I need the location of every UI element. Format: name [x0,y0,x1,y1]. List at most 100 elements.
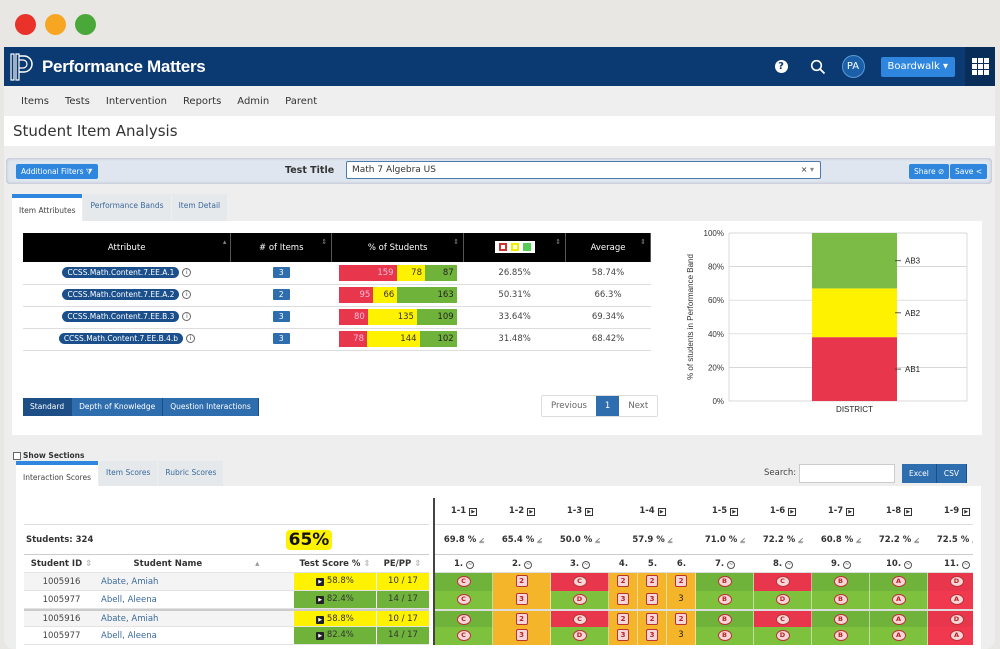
preview-icon[interactable]: ▶ [962,508,971,516]
response-cell[interactable]: A [870,573,928,591]
info-icon[interactable]: i [182,290,192,299]
chart-icon[interactable]: ⦤ [537,535,542,545]
test-score-cell[interactable]: ▶ 82.4% [294,591,376,608]
col-student-name[interactable]: Student Name ▴ [99,559,294,569]
response-cell[interactable]: 3 [493,591,551,609]
response-cell[interactable]: A [928,591,973,609]
question-interactions-button[interactable]: Question Interactions [163,398,259,416]
response-cell[interactable]: A [870,591,928,609]
nav-tests[interactable]: Tests [65,96,90,107]
response-cell[interactable]: D [551,627,609,645]
response-cell[interactable]: 2 [638,611,667,627]
response-cell[interactable]: B [696,573,754,591]
response-cell[interactable]: C [435,611,493,627]
chart-icon[interactable]: ⦤ [668,535,673,545]
student-name-link[interactable]: Abate, Amiah [99,614,294,624]
col-pepp[interactable]: PE/PP ⇕ [376,559,429,569]
test-score-cell[interactable]: ▶ 58.8% [294,573,376,590]
question-header[interactable]: 9. ~ [812,559,870,569]
response-cell[interactable]: B [696,627,754,645]
col-average[interactable]: Average ⇕ [565,233,651,262]
response-cell[interactable]: 3 [667,591,696,609]
chart-icon[interactable]: ⦤ [740,535,745,545]
item-code-header[interactable]: 1-1 ▶ [435,506,493,516]
response-cell[interactable]: B [812,591,870,609]
search-input[interactable] [799,464,895,483]
question-header[interactable]: 4. [609,559,638,569]
next-page-button[interactable]: Next [619,396,657,416]
response-cell[interactable]: C [435,591,493,609]
student-name-link[interactable]: Abell, Aleena [99,595,294,605]
brand[interactable]: Performance Matters [10,52,206,81]
depth-of-knowledge-button[interactable]: Depth of Knowledge [72,398,164,416]
response-cell[interactable]: C [551,573,609,591]
response-cell[interactable]: A [870,627,928,645]
preview-icon[interactable]: ▶ [904,508,913,516]
response-cell[interactable]: 3 [638,627,667,645]
response-cell[interactable]: C [754,611,812,627]
response-cell[interactable]: 2 [493,611,551,627]
response-cell[interactable]: B [812,573,870,591]
response-cell[interactable]: 3 [638,591,667,609]
csv-export-button[interactable]: CSV [936,464,968,483]
response-cell[interactable]: C [551,611,609,627]
previous-page-button[interactable]: Previous [542,396,596,416]
preview-icon[interactable]: ▶ [788,508,797,516]
question-header[interactable]: 2. ~ [493,559,551,569]
user-avatar[interactable]: PA [841,55,865,78]
apps-button[interactable] [965,47,995,86]
response-cell[interactable]: A [928,627,973,645]
standard-pill[interactable]: CCSS.Math.Content.7.EE.B.4.b [58,333,184,344]
preview-icon[interactable]: ▶ [527,508,536,516]
page-1-button[interactable]: 1 [595,396,620,416]
question-header[interactable]: 6. [667,559,696,569]
info-icon[interactable]: i [182,312,192,321]
item-code-header[interactable]: 1-7 ▶ [812,506,870,516]
col-attribute[interactable]: Attribute ▴ [23,233,232,262]
standard-button[interactable]: Standard [23,398,73,416]
preview-icon[interactable]: ▶ [585,508,594,516]
item-code-header[interactable]: 1-5 ▶ [696,506,754,516]
preview-icon[interactable]: ▶ [469,508,478,516]
close-window-button[interactable] [15,14,36,35]
student-name-link[interactable]: Abate, Amiah [99,577,294,587]
col-student-id[interactable]: Student ID ⇕ [24,559,99,569]
clear-icon[interactable]: × [801,165,808,174]
info-icon[interactable]: i [182,267,192,277]
item-code-header[interactable]: 1-9 ▶ [928,506,973,516]
response-cell[interactable]: C [754,573,812,591]
chart-icon[interactable]: ⦤ [595,535,600,545]
share-button[interactable]: Share ⊘ [909,164,950,179]
response-cell[interactable]: C [435,627,493,645]
response-cell[interactable]: B [696,591,754,609]
response-cell[interactable]: 2 [609,573,638,591]
response-cell[interactable]: 3 [667,627,696,645]
standard-pill[interactable]: CCSS.Math.Content.7.EE.A.1 [62,266,180,278]
response-cell[interactable]: 2 [667,573,696,591]
chart-icon[interactable]: ⦤ [798,535,803,545]
info-icon[interactable]: i [186,334,196,343]
item-count-badge[interactable]: 3 [272,333,290,344]
item-count-badge[interactable]: 3 [272,311,290,322]
question-header[interactable]: 10. ~ [870,559,928,569]
standard-pill[interactable]: CCSS.Math.Content.7.EE.A.2 [62,289,180,300]
question-header[interactable]: 8. ~ [754,559,812,569]
nav-items[interactable]: Items [21,96,49,107]
tab-performance-bands[interactable]: Performance Bands [83,194,171,223]
save-button[interactable]: Save < [950,164,988,179]
student-name-link[interactable]: Abell, Aleena [99,631,294,641]
response-cell[interactable]: 2 [667,611,696,627]
response-cell[interactable]: D [551,591,609,609]
chart-icon[interactable]: ⦤ [856,535,861,545]
response-cell[interactable]: 2 [638,573,667,591]
question-header[interactable]: 11. ~ [928,559,973,569]
question-header[interactable]: 5. [638,559,667,569]
response-cell[interactable]: C [435,573,493,591]
chart-icon[interactable]: ⦤ [914,535,919,545]
chart-icon[interactable]: ⦤ [972,535,973,545]
item-code-header[interactable]: 1-3 ▶ [551,506,609,516]
nav-intervention[interactable]: Intervention [106,96,167,107]
item-count-badge[interactable]: 2 [272,289,290,300]
question-header[interactable]: 1. ~ [435,559,493,569]
show-sections-checkbox[interactable] [13,451,21,460]
